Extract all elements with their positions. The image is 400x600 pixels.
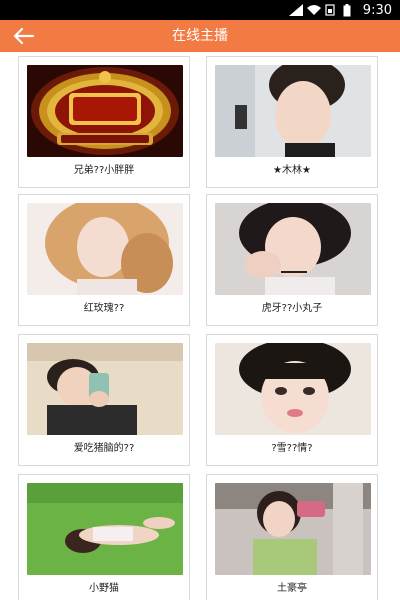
host-name: ★木林★ xyxy=(273,165,311,176)
host-card[interactable]: 红玫瑰?? xyxy=(18,194,190,326)
host-card[interactable]: 土豪亭 xyxy=(206,474,378,600)
woman-curly-hair-image xyxy=(27,203,183,295)
host-name: 兄弟??小胖胖 xyxy=(73,165,135,176)
host-name: 红玫瑰?? xyxy=(83,303,125,314)
status-time: 9:30 xyxy=(362,2,392,18)
woman-on-grass-image xyxy=(27,483,183,575)
host-thumbnail xyxy=(215,203,371,295)
host-card[interactable]: ★木林★ xyxy=(206,56,378,188)
host-thumbnail xyxy=(27,203,183,295)
host-name: 爱吃猪脑的?? xyxy=(73,443,135,454)
host-card[interactable]: 小野猫 xyxy=(18,474,190,600)
host-grid: 兄弟??小胖胖 ★木林★ 红玫瑰?? 虎牙??小丸子 爱吃猪脑的?? ?雪??情… xyxy=(0,52,400,600)
host-name: 土豪亭 xyxy=(277,583,307,594)
status-icons xyxy=(288,4,357,17)
app-screen: 9:30 在线主播 兄弟??小胖胖 ★木林★ 红玫瑰?? 虎牙??小丸子 爱吃猪… xyxy=(0,0,400,600)
signal-icon xyxy=(288,4,303,16)
host-card[interactable]: 兄弟??小胖胖 xyxy=(18,56,190,188)
wifi-icon xyxy=(306,4,321,16)
host-name: ?雪??情? xyxy=(271,443,313,454)
sim-icon xyxy=(325,4,339,16)
host-thumbnail xyxy=(27,483,183,575)
host-thumbnail xyxy=(215,483,371,575)
status-bar: 9:30 xyxy=(0,0,400,20)
host-name: 小野猫 xyxy=(89,583,119,594)
host-card[interactable]: 虎牙??小丸子 xyxy=(206,194,378,326)
battery-icon xyxy=(343,4,357,17)
host-name: 虎牙??小丸子 xyxy=(261,303,323,314)
host-thumbnail xyxy=(27,65,183,157)
woman-chin-on-hand-image xyxy=(215,203,371,295)
woman-with-phone-image xyxy=(215,483,371,575)
page-title: 在线主播 xyxy=(172,28,228,44)
host-thumbnail xyxy=(215,65,371,157)
host-card[interactable]: 爱吃猪脑的?? xyxy=(18,334,190,466)
woman-portrait-image xyxy=(215,65,371,157)
app-bar: 在线主播 xyxy=(0,20,400,52)
woman-with-cup-image xyxy=(27,343,183,435)
host-thumbnail xyxy=(215,343,371,435)
host-card[interactable]: ?雪??情? xyxy=(206,334,378,466)
host-thumbnail xyxy=(27,343,183,435)
woman-bangs-closeup-image xyxy=(215,343,371,435)
brother-badge-image xyxy=(27,65,183,157)
